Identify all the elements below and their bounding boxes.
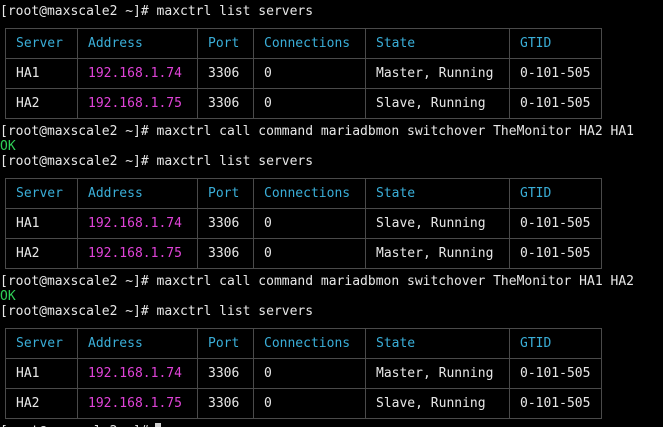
- column-header-server: Server: [5, 178, 78, 209]
- prompt: [root@maxscale2 ~]#: [0, 124, 149, 139]
- server-cell: HA1: [5, 208, 78, 239]
- server-cell: HA2: [5, 238, 78, 269]
- connections-cell: 0: [253, 208, 366, 239]
- command-text: maxctrl list servers: [156, 154, 314, 169]
- table-row: HA2 192.168.1.75 3306 0 Slave, Running 0…: [5, 388, 602, 419]
- column-header-connections: Connections: [253, 328, 366, 359]
- address-cell: 192.168.1.75: [77, 238, 198, 269]
- port-cell: 3306: [197, 358, 254, 389]
- server-cell: HA1: [5, 58, 78, 89]
- gtid-cell: 0-101-505: [509, 388, 602, 419]
- port-cell: 3306: [197, 58, 254, 89]
- table-row: HA1 192.168.1.74 3306 0 Slave, Running 0…: [5, 208, 602, 239]
- state-cell: Slave, Running: [365, 388, 510, 419]
- column-header-state: State: [365, 328, 510, 359]
- command-line: [root@maxscale2 ~]# maxctrl call command…: [0, 274, 634, 290]
- connections-cell: 0: [253, 238, 366, 269]
- command-line: [root@maxscale2 ~]# maxctrl list servers: [0, 304, 313, 320]
- table-row: HA1 192.168.1.74 3306 0 Master, Running …: [5, 58, 602, 89]
- column-header-port: Port: [197, 28, 254, 59]
- command-result: OK: [0, 289, 16, 304]
- address-cell: 192.168.1.74: [77, 208, 198, 239]
- prompt: [root@maxscale2 ~]#: [0, 154, 149, 169]
- gtid-cell: 0-101-505: [509, 58, 602, 89]
- column-header-address: Address: [77, 178, 198, 209]
- column-header-state: State: [365, 178, 510, 209]
- column-header-gtid: GTID: [509, 328, 602, 359]
- gtid-cell: 0-101-505: [509, 238, 602, 269]
- column-header-connections: Connections: [253, 178, 366, 209]
- table-row: HA2 192.168.1.75 3306 0 Master, Running …: [5, 238, 602, 269]
- column-header-state: State: [365, 28, 510, 59]
- column-header-port: Port: [197, 328, 254, 359]
- gtid-cell: 0-101-505: [509, 208, 602, 239]
- column-header-server: Server: [5, 28, 78, 59]
- command-text: maxctrl list servers: [156, 4, 314, 19]
- prompt: [root@maxscale2 ~]#: [0, 4, 149, 19]
- column-header-port: Port: [197, 178, 254, 209]
- column-header-address: Address: [77, 328, 198, 359]
- command-line: [root@maxscale2 ~]# maxctrl list servers: [0, 4, 313, 20]
- connections-cell: 0: [253, 358, 366, 389]
- server-cell: HA1: [5, 358, 78, 389]
- table-row: HA2 192.168.1.75 3306 0 Slave, Running 0…: [5, 88, 602, 119]
- column-header-connections: Connections: [253, 28, 366, 59]
- table-header-row: Server Address Port Connections State GT…: [5, 28, 602, 59]
- servers-table: Server Address Port Connections State GT…: [5, 178, 602, 269]
- servers-table: Server Address Port Connections State GT…: [5, 328, 602, 419]
- column-header-server: Server: [5, 328, 78, 359]
- connections-cell: 0: [253, 58, 366, 89]
- state-cell: Master, Running: [365, 58, 510, 89]
- state-cell: Slave, Running: [365, 208, 510, 239]
- address-cell: 192.168.1.74: [77, 58, 198, 89]
- gtid-cell: 0-101-505: [509, 88, 602, 119]
- gtid-cell: 0-101-505: [509, 358, 602, 389]
- connections-cell: 0: [253, 88, 366, 119]
- port-cell: 3306: [197, 88, 254, 119]
- column-header-address: Address: [77, 28, 198, 59]
- port-cell: 3306: [197, 208, 254, 239]
- command-line: [root@maxscale2 ~]# maxctrl call command…: [0, 124, 634, 140]
- port-cell: 3306: [197, 388, 254, 419]
- prompt: [root@maxscale2 ~]#: [0, 274, 149, 289]
- cursor: [154, 423, 161, 427]
- table-row: HA1 192.168.1.74 3306 0 Master, Running …: [5, 358, 602, 389]
- server-cell: HA2: [5, 388, 78, 419]
- command-text: maxctrl call command mariadbmon switchov…: [156, 124, 634, 139]
- column-header-gtid: GTID: [509, 178, 602, 209]
- command-text: maxctrl list servers: [156, 304, 314, 319]
- state-cell: Slave, Running: [365, 88, 510, 119]
- address-cell: 192.168.1.75: [77, 388, 198, 419]
- table-header-row: Server Address Port Connections State GT…: [5, 328, 602, 359]
- command-result: OK: [0, 139, 16, 154]
- address-cell: 192.168.1.75: [77, 88, 198, 119]
- table-header-row: Server Address Port Connections State GT…: [5, 178, 602, 209]
- terminal-window[interactable]: [root@maxscale2 ~]# maxctrl list servers…: [0, 0, 663, 427]
- port-cell: 3306: [197, 238, 254, 269]
- servers-table: Server Address Port Connections State GT…: [5, 28, 602, 119]
- column-header-gtid: GTID: [509, 28, 602, 59]
- state-cell: Master, Running: [365, 358, 510, 389]
- command-line: [root@maxscale2 ~]# maxctrl list servers: [0, 154, 313, 170]
- server-cell: HA2: [5, 88, 78, 119]
- address-cell: 192.168.1.74: [77, 358, 198, 389]
- command-text: maxctrl call command mariadbmon switchov…: [156, 274, 634, 289]
- prompt: [root@maxscale2 ~]#: [0, 304, 149, 319]
- connections-cell: 0: [253, 388, 366, 419]
- state-cell: Master, Running: [365, 238, 510, 269]
- command-line[interactable]: [root@maxscale2 ~]#: [0, 423, 161, 427]
